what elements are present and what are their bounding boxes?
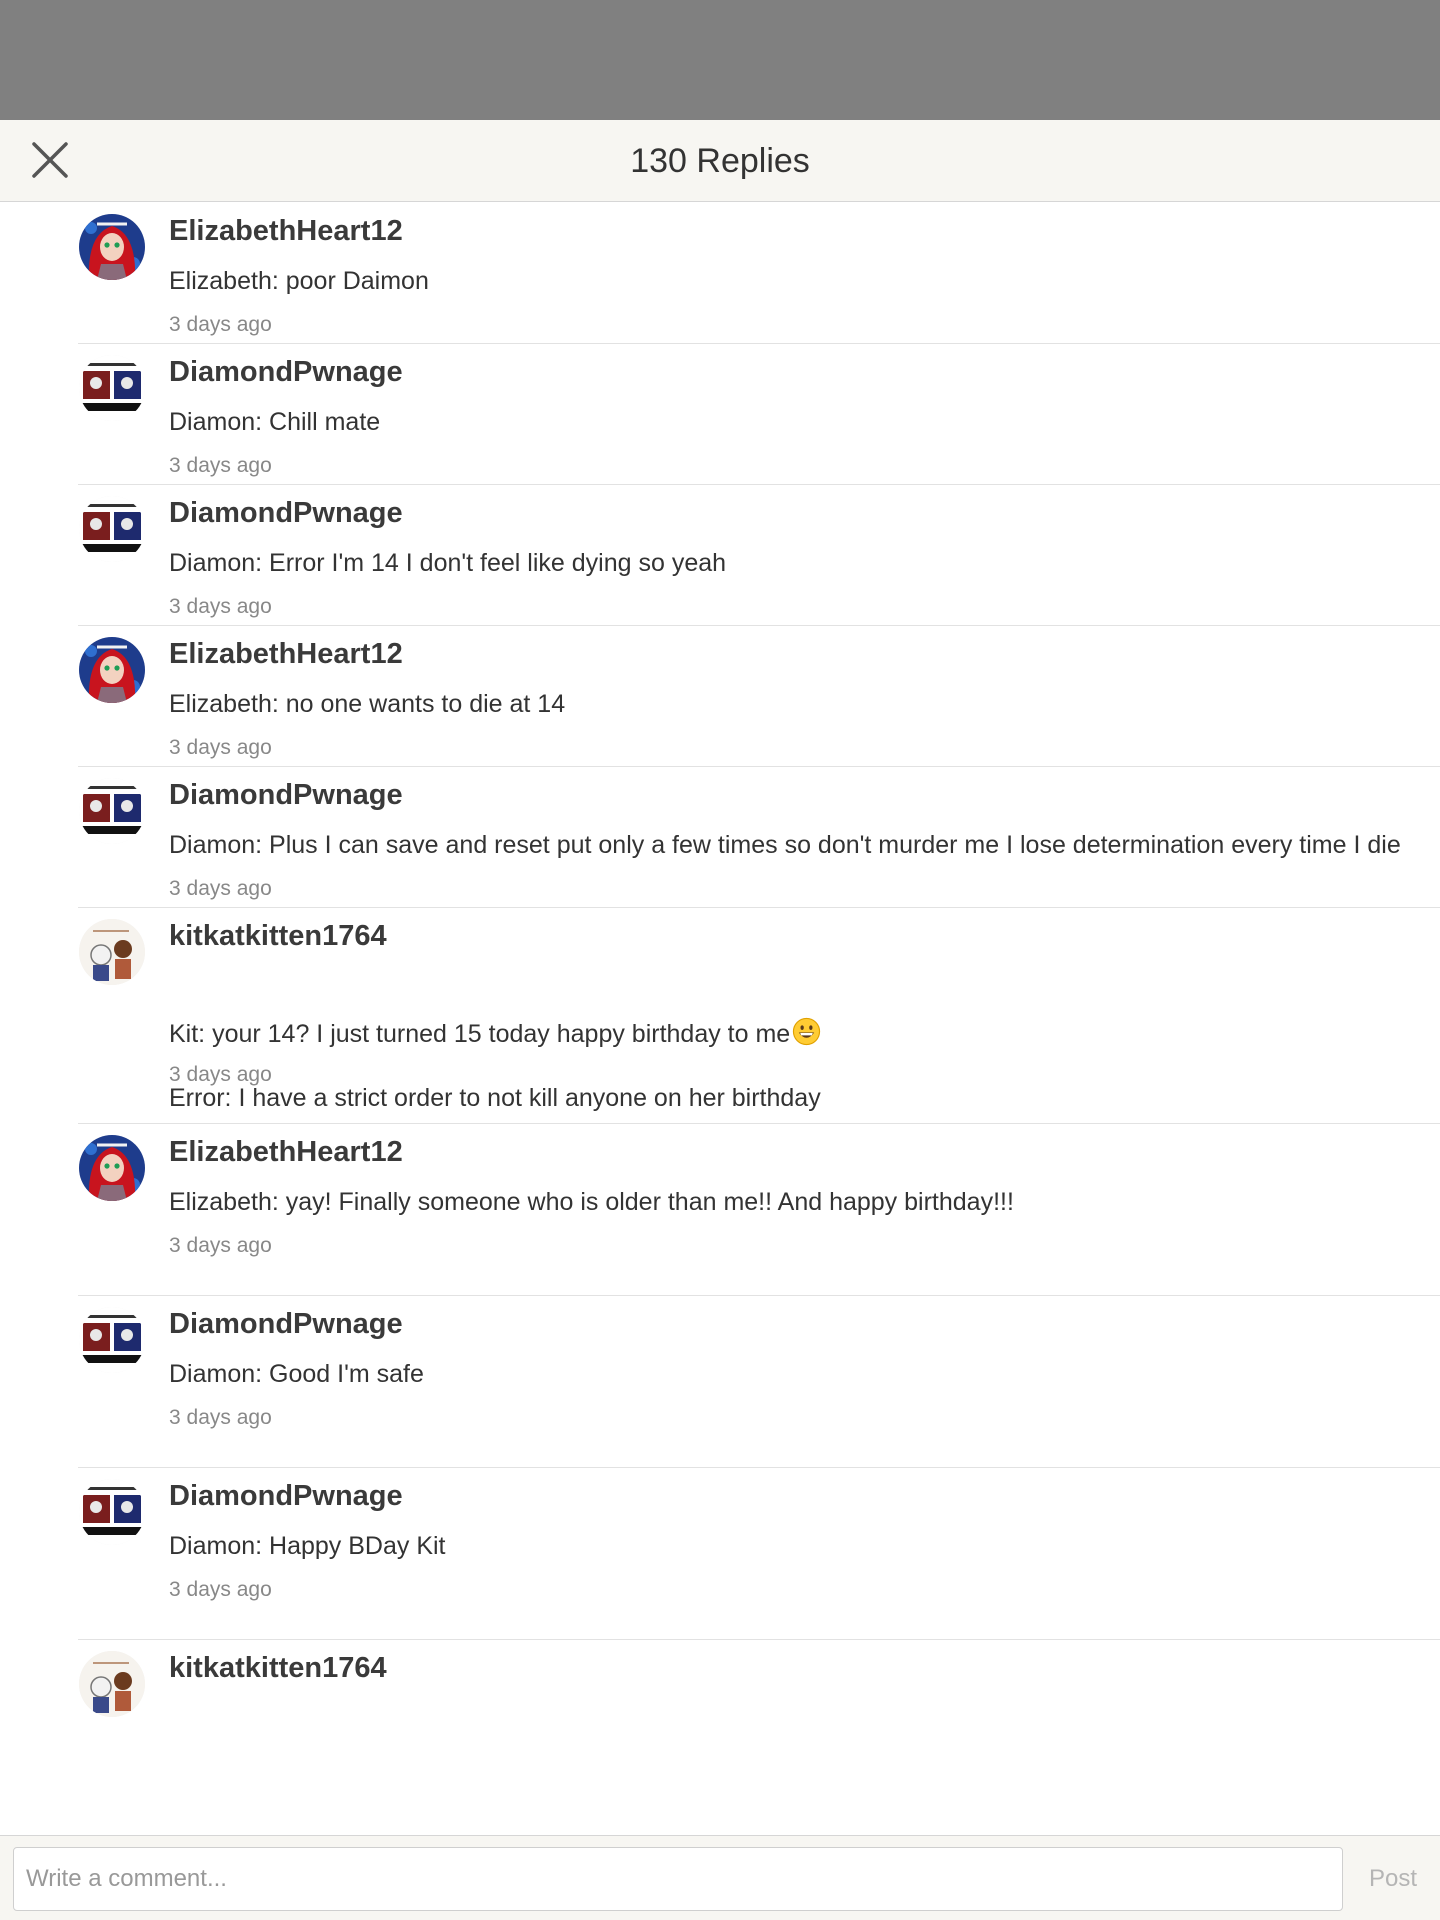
reply-timestamp: 3 days ago bbox=[169, 454, 272, 477]
avatar[interactable] bbox=[79, 919, 145, 985]
reply-username[interactable]: DiamondPwnage bbox=[169, 779, 403, 812]
reply-item: ElizabethHeart12 Elizabeth: poor Daimon … bbox=[78, 203, 1440, 344]
reply-timestamp: 3 days ago bbox=[169, 595, 272, 618]
reply-text: Elizabeth: poor Daimon bbox=[169, 267, 429, 295]
reply-username[interactable]: ElizabethHeart12 bbox=[169, 1136, 403, 1169]
avatar[interactable] bbox=[79, 1135, 145, 1201]
reply-item: kitkatkitten1764 bbox=[78, 1640, 1440, 1812]
reply-item: ElizabethHeart12 Elizabeth: no one wants… bbox=[78, 626, 1440, 767]
reply-text: Elizabeth: yay! Finally someone who is o… bbox=[169, 1188, 1014, 1216]
avatar[interactable] bbox=[79, 1651, 145, 1717]
reply-text: Diamon: Good I'm safe bbox=[169, 1360, 424, 1388]
reply-username[interactable]: DiamondPwnage bbox=[169, 1308, 403, 1341]
reply-username[interactable]: ElizabethHeart12 bbox=[169, 638, 403, 671]
comment-composer: Post bbox=[0, 1835, 1440, 1920]
reply-text: Diamon: Happy BDay Kit bbox=[169, 1532, 446, 1560]
avatar[interactable] bbox=[79, 1479, 145, 1545]
reply-text: Diamon: Plus I can save and reset put on… bbox=[169, 831, 1401, 859]
reply-username[interactable]: kitkatkitten1764 bbox=[169, 1652, 387, 1685]
reply-item: DiamondPwnage Diamon: Good I'm safe 3 da… bbox=[78, 1296, 1440, 1468]
replies-header: 130 Replies bbox=[0, 120, 1440, 202]
reply-text: Kit: your 14? I just turned 15 today hap… bbox=[169, 985, 1419, 1114]
avatar-image bbox=[79, 778, 145, 844]
avatar-image bbox=[79, 355, 145, 421]
avatar-image bbox=[79, 637, 145, 703]
reply-item: kitkatkitten1764 Kit: your 14? I just tu… bbox=[78, 908, 1440, 1124]
avatar-image bbox=[79, 214, 145, 280]
avatar[interactable] bbox=[79, 778, 145, 844]
reply-text-line: Kit: your 14? I just turned 15 today hap… bbox=[169, 1020, 791, 1048]
reply-timestamp: 3 days ago bbox=[169, 1234, 272, 1257]
avatar-image bbox=[79, 1307, 145, 1373]
reply-text: Elizabeth: no one wants to die at 14 bbox=[169, 690, 566, 718]
reply-timestamp: 3 days ago bbox=[169, 877, 272, 900]
avatar-image bbox=[79, 919, 145, 985]
avatar-image bbox=[79, 496, 145, 562]
avatar[interactable] bbox=[79, 637, 145, 703]
reply-timestamp: 3 days ago bbox=[169, 736, 272, 759]
comment-input[interactable] bbox=[13, 1847, 1343, 1911]
reply-username[interactable]: kitkatkitten1764 bbox=[169, 920, 387, 953]
reply-item: ElizabethHeart12 Elizabeth: yay! Finally… bbox=[78, 1124, 1440, 1296]
close-icon bbox=[32, 142, 68, 178]
reply-timestamp: 3 days ago bbox=[169, 1406, 272, 1429]
reply-username[interactable]: ElizabethHeart12 bbox=[169, 215, 403, 248]
avatar-image bbox=[79, 1651, 145, 1717]
avatar[interactable] bbox=[79, 496, 145, 562]
reply-text-line: Error: I have a strict order to not kill… bbox=[169, 1084, 821, 1112]
page-title: 130 Replies bbox=[630, 142, 810, 180]
reply-username[interactable]: DiamondPwnage bbox=[169, 1480, 403, 1513]
avatar[interactable] bbox=[79, 214, 145, 280]
reply-item: DiamondPwnage Diamon: Plus I can save an… bbox=[78, 767, 1440, 908]
avatar-image bbox=[79, 1135, 145, 1201]
reply-item: DiamondPwnage Diamon: Error I'm 14 I don… bbox=[78, 485, 1440, 626]
reply-item: DiamondPwnage Diamon: Chill mate 3 days … bbox=[78, 344, 1440, 485]
reply-item: DiamondPwnage Diamon: Happy BDay Kit 3 d… bbox=[78, 1468, 1440, 1640]
reply-timestamp: 3 days ago bbox=[169, 1063, 272, 1086]
avatar[interactable] bbox=[79, 355, 145, 421]
close-button[interactable] bbox=[26, 140, 74, 182]
dimmed-background-overlay[interactable] bbox=[0, 0, 1440, 120]
avatar-image bbox=[79, 1479, 145, 1545]
post-button[interactable]: Post bbox=[1358, 1847, 1428, 1911]
reply-username[interactable]: DiamondPwnage bbox=[169, 497, 403, 530]
reply-timestamp: 3 days ago bbox=[169, 1578, 272, 1601]
reply-text: Diamon: Error I'm 14 I don't feel like d… bbox=[169, 549, 727, 577]
reply-timestamp: 3 days ago bbox=[169, 313, 272, 336]
reply-text: Diamon: Chill mate bbox=[169, 408, 381, 436]
replies-list[interactable]: ElizabethHeart12 Elizabeth: poor Daimon … bbox=[0, 203, 1440, 1835]
grinning-face-emoji bbox=[793, 1017, 821, 1046]
avatar[interactable] bbox=[79, 1307, 145, 1373]
reply-username[interactable]: DiamondPwnage bbox=[169, 356, 403, 389]
